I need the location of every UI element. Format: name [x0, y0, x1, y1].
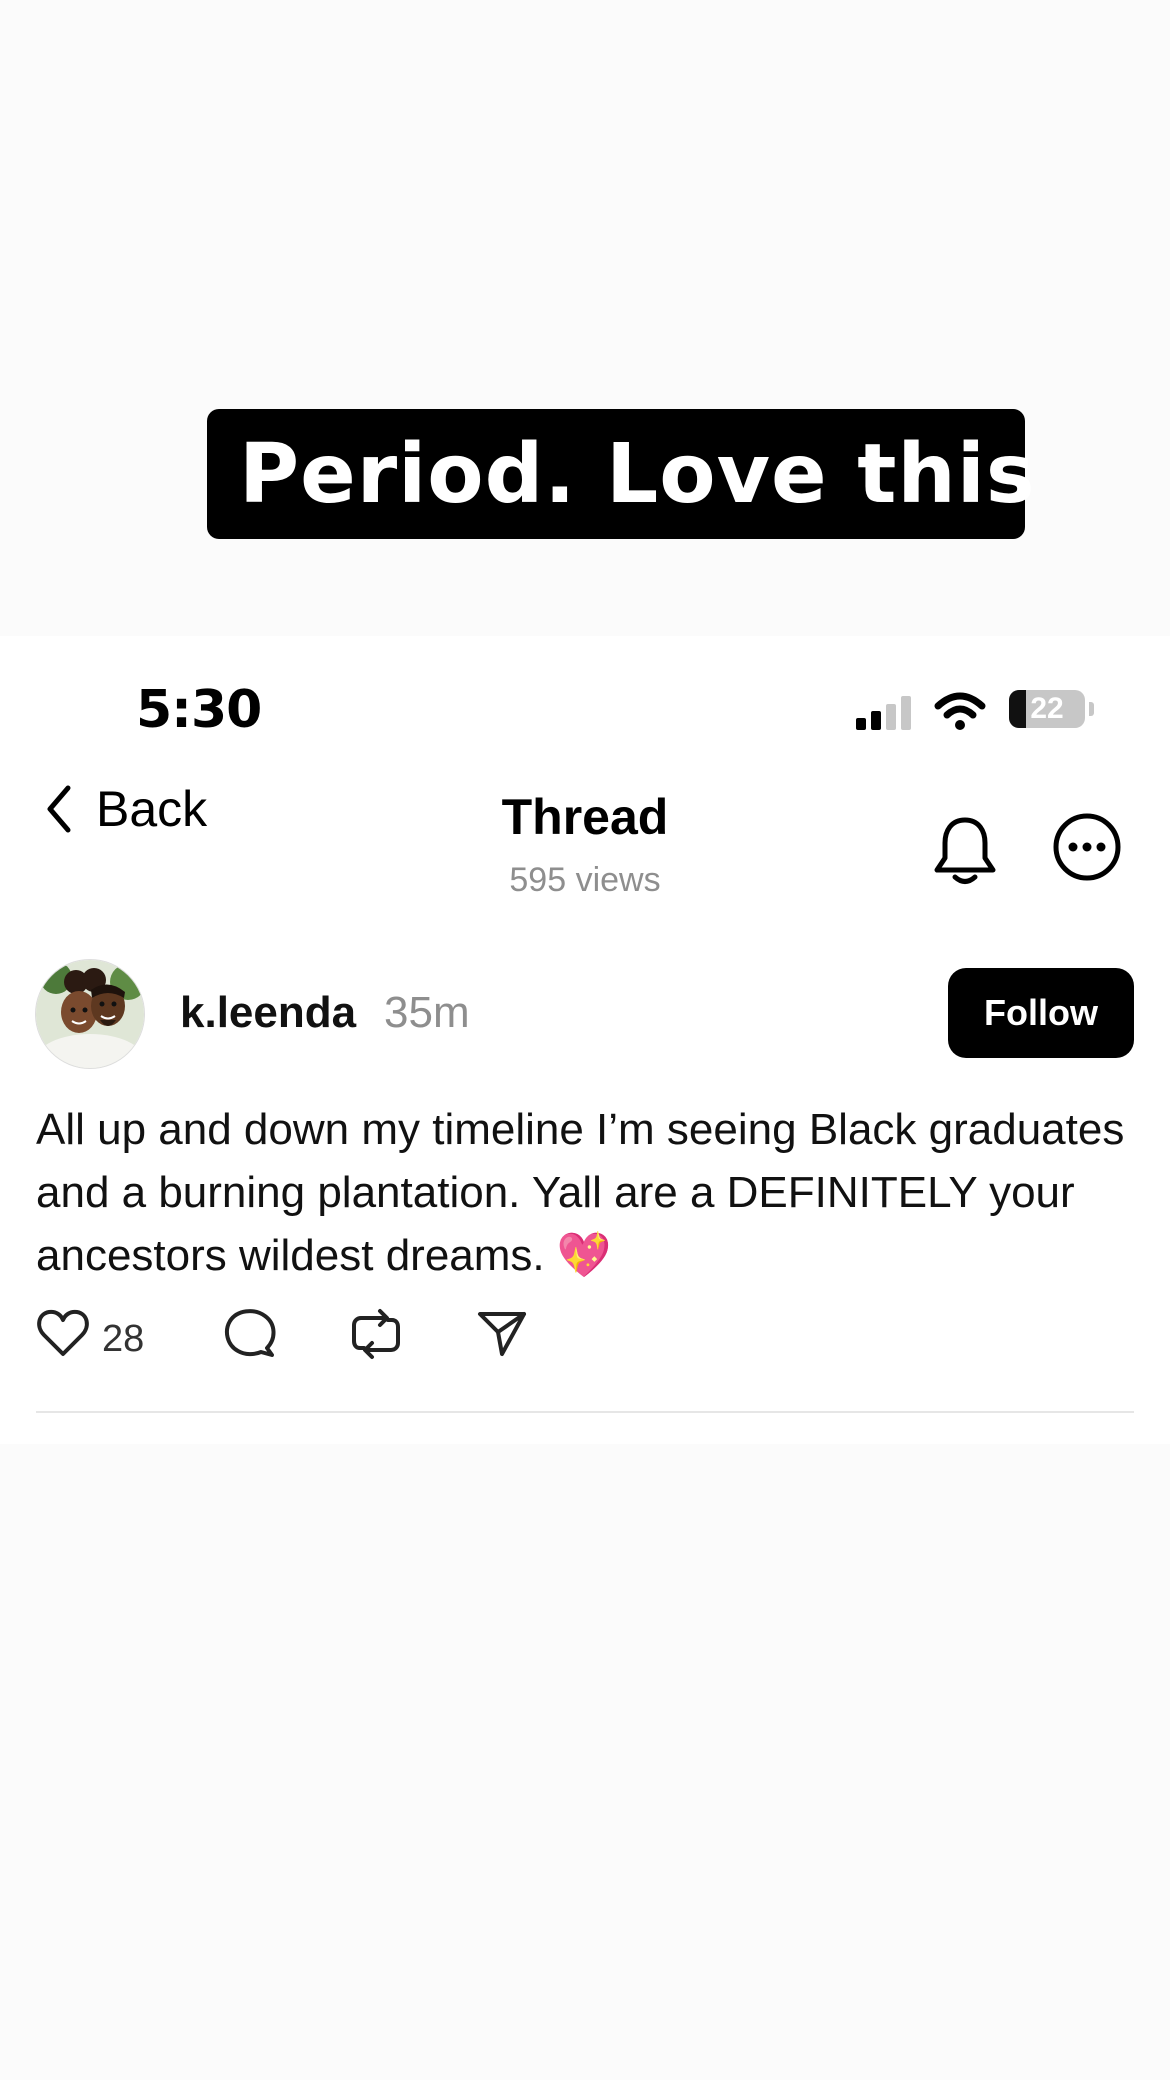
- post-time: 35m: [384, 988, 470, 1037]
- comment-icon[interactable]: [224, 1308, 276, 1360]
- like-count: 28: [102, 1318, 145, 1360]
- overlay-caption: Period. Love this: [207, 409, 1035, 539]
- post-text: All up and down my timeline I’m seeing B…: [36, 1105, 1125, 1280]
- share-icon[interactable]: [476, 1308, 528, 1360]
- battery-level: 22: [1030, 692, 1064, 725]
- heart-icon[interactable]: [36, 1308, 90, 1358]
- status-time: 5:30: [136, 680, 262, 740]
- repost-icon[interactable]: [350, 1308, 402, 1360]
- follow-button[interactable]: Follow: [948, 968, 1134, 1058]
- avatar[interactable]: [36, 960, 144, 1068]
- avatar-image: [36, 960, 144, 1068]
- more-icon[interactable]: [1052, 812, 1122, 882]
- overlay-caption-text: Period. Love this: [239, 426, 1036, 522]
- signal-icon: [856, 696, 911, 730]
- username[interactable]: k.leenda: [180, 988, 356, 1038]
- bell-icon[interactable]: [932, 814, 998, 888]
- post-divider: [36, 1411, 1134, 1413]
- phone-screen: 5:30 22 Back Thread 595 views k.leenda 3…: [0, 636, 1170, 1444]
- wifi-icon: [934, 692, 986, 730]
- battery-icon: 22: [1009, 690, 1095, 730]
